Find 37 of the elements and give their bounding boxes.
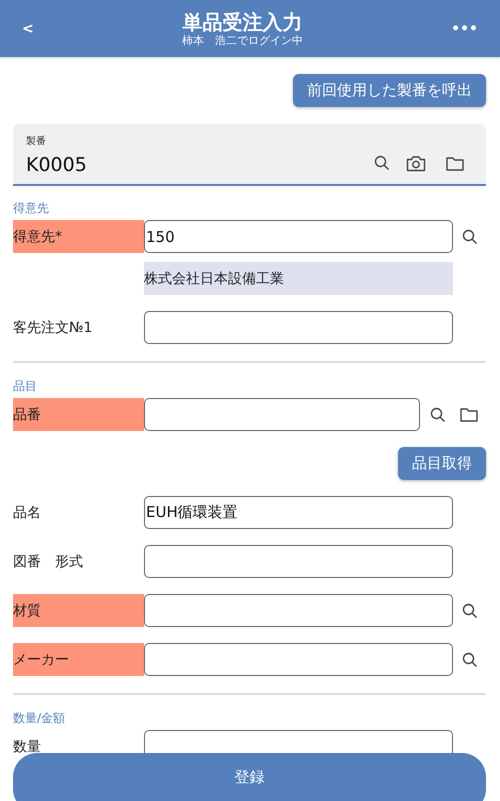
- serial-field[interactable]: 製番 K0005: [13, 124, 486, 186]
- input-field[interactable]: [144, 594, 453, 627]
- field-label: 客先注文№1: [13, 318, 94, 338]
- camera-icon: [406, 154, 426, 172]
- input-field[interactable]: EUH循環装置: [144, 496, 453, 529]
- field-label: 数量: [13, 738, 42, 753]
- more-button[interactable]: •••: [447, 18, 482, 38]
- search-icon: [462, 652, 478, 668]
- search-icon: [430, 406, 446, 422]
- field-label: 製番: [26, 134, 46, 148]
- search-icon: [462, 228, 478, 244]
- folder-icon: [460, 407, 478, 422]
- search-icon: [374, 155, 390, 171]
- customer-name: 株式会社日本設備工業: [144, 262, 453, 295]
- section-title: 数量/金額: [13, 710, 66, 727]
- field-value: K0005: [26, 154, 87, 176]
- input-field[interactable]: [144, 643, 453, 676]
- folder-icon: [446, 156, 464, 170]
- section-title: 品目: [13, 378, 37, 395]
- input-field[interactable]: [144, 311, 453, 344]
- search-icon: [462, 602, 478, 618]
- login-status: 柿本 浩二でログイン中: [182, 34, 303, 48]
- field-label: 材質: [13, 594, 144, 627]
- back-button[interactable]: <: [18, 18, 38, 38]
- fetch-item-button[interactable]: 品目取得: [398, 447, 486, 480]
- field-label: メーカー: [13, 643, 144, 676]
- field-label: 図番 形式: [13, 552, 84, 572]
- field-label: 品番: [13, 398, 144, 431]
- section-title: 得意先: [13, 200, 49, 217]
- input-field[interactable]: [144, 398, 420, 431]
- page-title: 単品受注入力: [182, 10, 302, 34]
- field-label: 得意先*: [13, 220, 144, 253]
- input-field[interactable]: 150: [144, 220, 453, 253]
- input-field[interactable]: [144, 545, 453, 578]
- field-label: 品名: [13, 504, 42, 522]
- register-button[interactable]: 登録: [13, 753, 486, 801]
- recall-button[interactable]: 前回使用した製番を呼出: [293, 74, 486, 107]
